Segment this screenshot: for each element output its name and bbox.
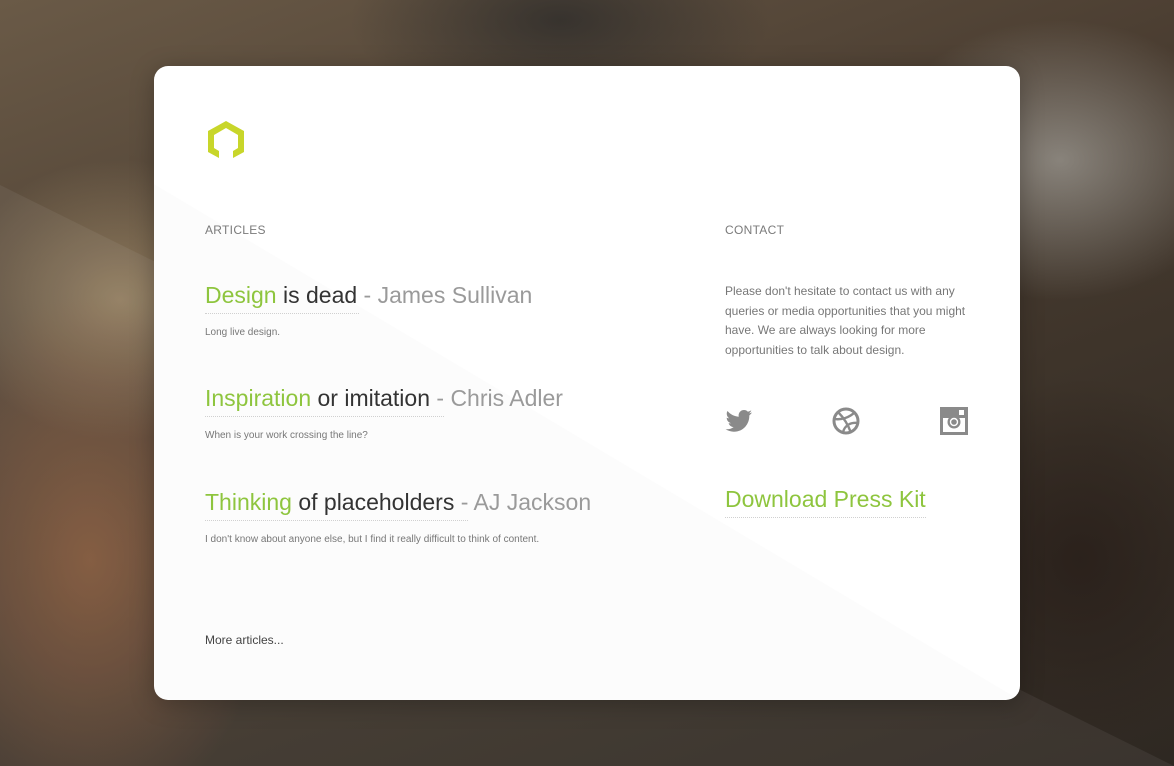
article-title[interactable]: Design is dead - James Sullivan <box>205 281 685 309</box>
article-title-rest[interactable]: or imitation <box>311 385 431 411</box>
main-card: ARTICLES Design is dead - James Sullivan… <box>154 66 1020 700</box>
article-author: - Chris Adler <box>430 385 563 411</box>
article-item: Inspiration or imitation - Chris Adler W… <box>205 384 685 441</box>
dribbble-icon[interactable] <box>831 406 861 436</box>
download-press-kit-link[interactable]: Download Press Kit <box>725 486 926 518</box>
article-title-rest[interactable]: of placeholders <box>292 489 454 515</box>
article-author: - James Sullivan <box>357 282 533 308</box>
twitter-icon[interactable] <box>724 406 754 436</box>
article-title-highlight[interactable]: Design <box>205 282 277 308</box>
article-title[interactable]: Inspiration or imitation - Chris Adler <box>205 384 685 412</box>
article-underline <box>205 313 359 314</box>
article-underline <box>205 520 468 521</box>
article-author: - AJ Jackson <box>454 489 592 515</box>
more-articles-link[interactable]: More articles... <box>205 633 284 647</box>
articles-heading: ARTICLES <box>205 223 266 237</box>
article-description: When is your work crossing the line? <box>205 430 368 441</box>
card-diagonal-shade <box>154 66 1020 700</box>
article-description: I don't know about anyone else, but I fi… <box>205 534 540 545</box>
article-title-highlight[interactable]: Thinking <box>205 489 292 515</box>
article-title-rest[interactable]: is dead <box>277 282 357 308</box>
article-underline <box>205 416 444 417</box>
contact-text: Please don't hesitate to contact us with… <box>725 284 966 357</box>
hexagon-logo-icon <box>208 121 244 158</box>
contact-heading: CONTACT <box>725 223 785 237</box>
article-title[interactable]: Thinking of placeholders - AJ Jackson <box>205 488 685 516</box>
article-item: Thinking of placeholders - AJ Jackson I … <box>205 488 685 545</box>
article-item: Design is dead - James Sullivan Long liv… <box>205 281 685 338</box>
instagram-icon[interactable] <box>939 406 969 436</box>
article-title-highlight[interactable]: Inspiration <box>205 385 311 411</box>
article-description: Long live design. <box>205 327 281 338</box>
